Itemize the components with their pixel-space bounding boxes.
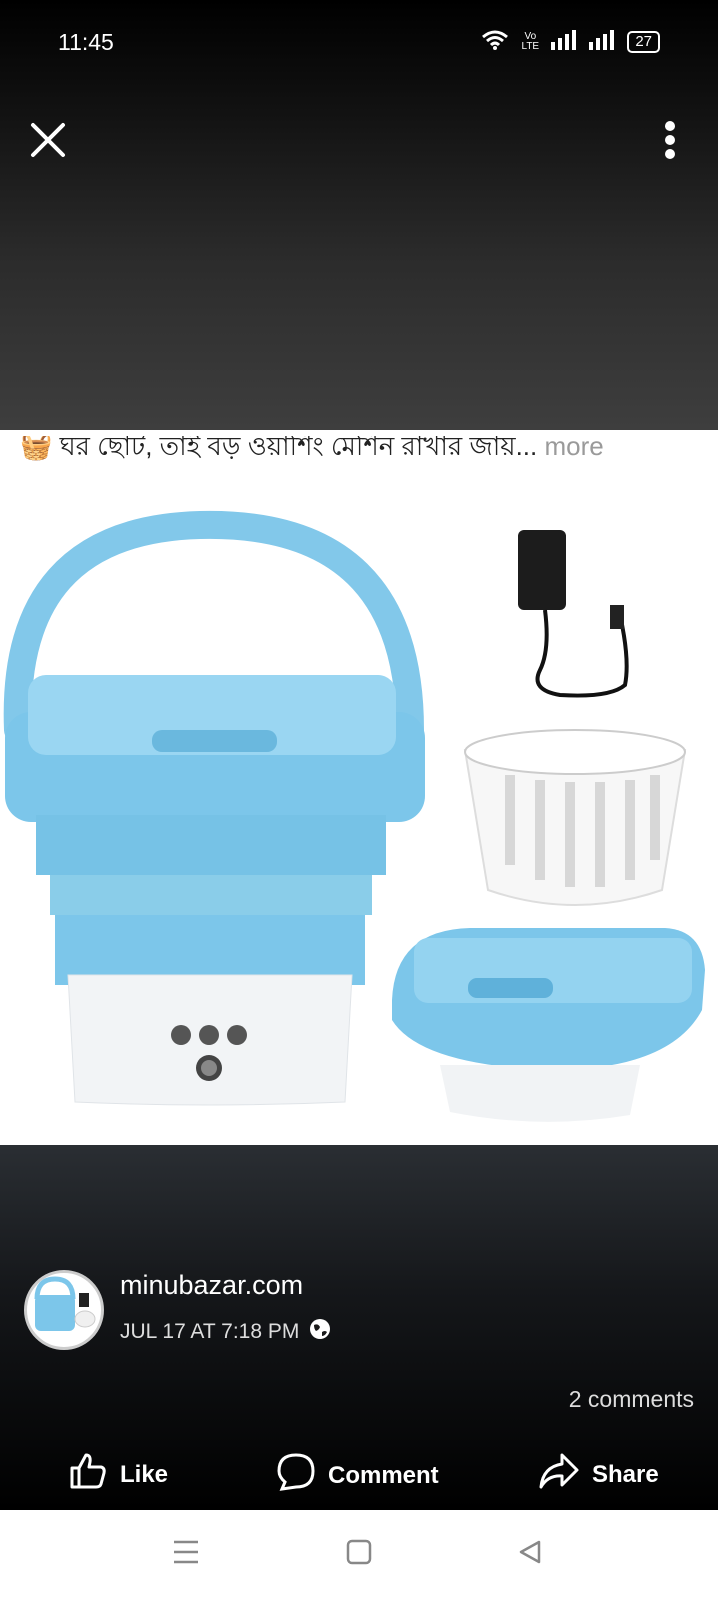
- home-square-icon: [346, 1539, 372, 1570]
- page-name[interactable]: minubazar.com: [120, 1270, 303, 1301]
- post-caption[interactable]: 🧺 ঘর ছোট, তাই বড় ওয়াশিং মেশিন রাখার জা…: [20, 436, 718, 466]
- avatar[interactable]: [24, 1270, 104, 1350]
- signal-icon-2: [589, 29, 617, 55]
- more-options-button[interactable]: [650, 120, 690, 164]
- nav-menu-button[interactable]: [164, 1532, 208, 1576]
- share-label: Share: [592, 1460, 659, 1488]
- post-meta: JUL 17 AT 7:18 PM: [120, 1318, 331, 1346]
- more-vertical-icon: [664, 120, 676, 165]
- nav-home-button[interactable]: [337, 1532, 381, 1576]
- battery-indicator: 27: [627, 31, 660, 53]
- network-label: Vo LTE: [521, 31, 540, 52]
- close-icon: [30, 122, 66, 163]
- post-image-area[interactable]: 🧺 ঘর ছোট, তাই বড় ওয়াশিং মেশিন রাখার জা…: [0, 430, 718, 1145]
- wifi-icon: [481, 29, 509, 56]
- comment-label: Comment: [328, 1461, 439, 1489]
- signal-icon-1: [551, 29, 579, 55]
- comments-count[interactable]: 2 comments: [569, 1386, 694, 1413]
- comment-bubble-icon: [276, 1452, 316, 1499]
- nav-back-button[interactable]: [508, 1532, 552, 1576]
- caption-more-link[interactable]: more: [544, 436, 603, 461]
- status-time: 11:45: [58, 28, 114, 55]
- comment-button[interactable]: Comment: [276, 1452, 439, 1499]
- system-nav-bar: [0, 1510, 718, 1599]
- close-button[interactable]: [26, 120, 70, 164]
- status-bar: 11:45 Vo LTE 27: [0, 0, 718, 84]
- post-timestamp: JUL 17 AT 7:18 PM: [120, 1320, 300, 1343]
- product-image: [0, 490, 718, 1145]
- status-icons: Vo LTE 27: [481, 29, 660, 56]
- share-button[interactable]: Share: [538, 1452, 659, 1497]
- globe-icon: [309, 1318, 331, 1346]
- back-triangle-icon: [517, 1539, 543, 1570]
- share-arrow-icon: [538, 1452, 580, 1497]
- like-button[interactable]: Like: [68, 1452, 168, 1497]
- action-bar: Like Comment Share: [0, 1440, 718, 1510]
- caption-text: 🧺 ঘর ছোট, তাই বড় ওয়াশিং মেশিন রাখার জা…: [20, 436, 538, 461]
- menu-icon: [172, 1539, 200, 1570]
- thumbs-up-icon: [68, 1452, 108, 1497]
- like-label: Like: [120, 1460, 169, 1488]
